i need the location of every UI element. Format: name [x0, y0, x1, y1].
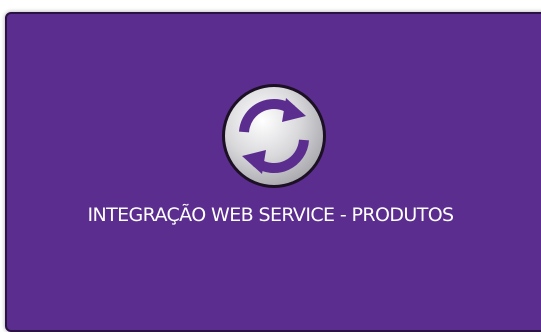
- sync-icon: [218, 80, 330, 192]
- tile-title: INTEGRAÇÃO WEB SERVICE - PRODUTOS: [87, 204, 454, 226]
